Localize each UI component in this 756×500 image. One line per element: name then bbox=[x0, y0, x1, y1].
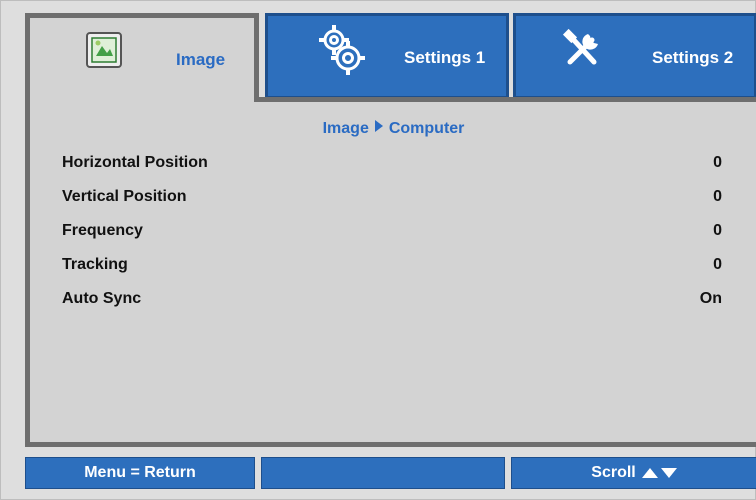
menu-item-value: 0 bbox=[713, 222, 722, 239]
tab-image[interactable]: Image bbox=[25, 13, 259, 101]
tab-settings-1[interactable]: Settings 1 bbox=[265, 13, 509, 99]
image-icon bbox=[86, 32, 122, 73]
tools-icon bbox=[558, 26, 606, 79]
arrow-down-icon bbox=[660, 468, 677, 478]
tab-settings-2-label: Settings 2 bbox=[652, 48, 734, 67]
menu-item-value: 0 bbox=[713, 188, 722, 205]
menu-item-tracking[interactable]: Tracking 0 bbox=[62, 250, 722, 280]
content-panel: Image Computer Horizontal Position 0 Vert… bbox=[25, 97, 756, 447]
scroll-label: Scroll bbox=[591, 464, 636, 481]
osd-menu: Image Settings 1 Settings 2 Image Comput… bbox=[0, 0, 756, 500]
menu-item-label: Frequency bbox=[62, 222, 143, 239]
footer-middle bbox=[261, 457, 505, 489]
menu-item-frequency[interactable]: Frequency 0 bbox=[62, 216, 722, 246]
menu-item-label: Auto Sync bbox=[62, 290, 142, 307]
menu-item-horizontal-position[interactable]: Horizontal Position 0 bbox=[62, 148, 722, 178]
menu-item-label: Horizontal Position bbox=[62, 154, 208, 171]
tab-connector bbox=[30, 95, 254, 105]
gears-icon bbox=[316, 24, 368, 81]
menu-item-label: Tracking bbox=[62, 256, 128, 273]
menu-item-label: Vertical Position bbox=[62, 188, 187, 205]
tab-image-label: Image bbox=[176, 50, 226, 69]
breadcrumb-parent: Image bbox=[322, 120, 369, 137]
scroll-hint: Scroll bbox=[511, 457, 756, 489]
menu-item-value: On bbox=[699, 290, 722, 307]
menu-item-value: 0 bbox=[713, 256, 722, 273]
menu-item-vertical-position[interactable]: Vertical Position 0 bbox=[62, 182, 722, 212]
footer-bar: Menu = Return Scroll bbox=[25, 457, 756, 489]
tab-settings-2[interactable]: Settings 2 bbox=[513, 13, 756, 99]
tab-settings-1-label: Settings 1 bbox=[404, 48, 486, 67]
menu-item-auto-sync[interactable]: Auto Sync On bbox=[62, 284, 722, 314]
menu-item-value: 0 bbox=[713, 154, 722, 171]
menu-return-label: Menu = Return bbox=[84, 464, 196, 481]
breadcrumb-child: Computer bbox=[388, 120, 465, 137]
arrow-up-icon bbox=[641, 468, 658, 478]
breadcrumb-arrow-icon bbox=[374, 120, 383, 132]
breadcrumb: Image Computer bbox=[30, 120, 756, 138]
menu-return-hint: Menu = Return bbox=[25, 457, 255, 489]
